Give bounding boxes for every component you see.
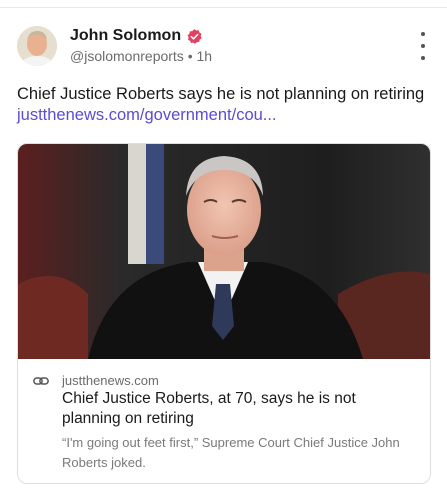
post-text: Chief Justice Roberts says he is not pla… [17, 85, 425, 103]
meta-separator: • [187, 48, 193, 64]
post-time[interactable]: 1h [197, 48, 213, 64]
author-name[interactable]: John Solomon [70, 27, 181, 45]
card-body: justthenews.com Chief Justice Roberts, a… [18, 359, 430, 483]
link-icon [33, 377, 49, 385]
card-title[interactable]: Chief Justice Roberts, at 70, says he is… [62, 389, 412, 429]
top-divider [0, 7, 447, 8]
author-row: John Solomon [70, 27, 203, 45]
more-dot [421, 44, 425, 48]
avatar[interactable] [17, 26, 57, 66]
post-meta: @jsolomonreports • 1h [70, 48, 212, 64]
card-domain: justthenews.com [62, 373, 159, 388]
card-image[interactable] [18, 144, 430, 359]
verified-badge-icon [187, 28, 202, 44]
post-body: Chief Justice Roberts says he is not pla… [17, 84, 427, 126]
post-header: John Solomon @jsolomonreports • 1h [17, 26, 429, 68]
more-dot [421, 32, 425, 36]
post-link[interactable]: justthenews.com/government/cou... [17, 106, 277, 124]
card-description: “I'm going out feet first,” Supreme Cour… [62, 435, 400, 470]
author-handle[interactable]: @jsolomonreports [70, 48, 184, 64]
more-dot [421, 56, 425, 60]
link-preview-card[interactable]: justthenews.com Chief Justice Roberts, a… [17, 143, 431, 484]
more-vertical-icon[interactable] [417, 32, 429, 60]
